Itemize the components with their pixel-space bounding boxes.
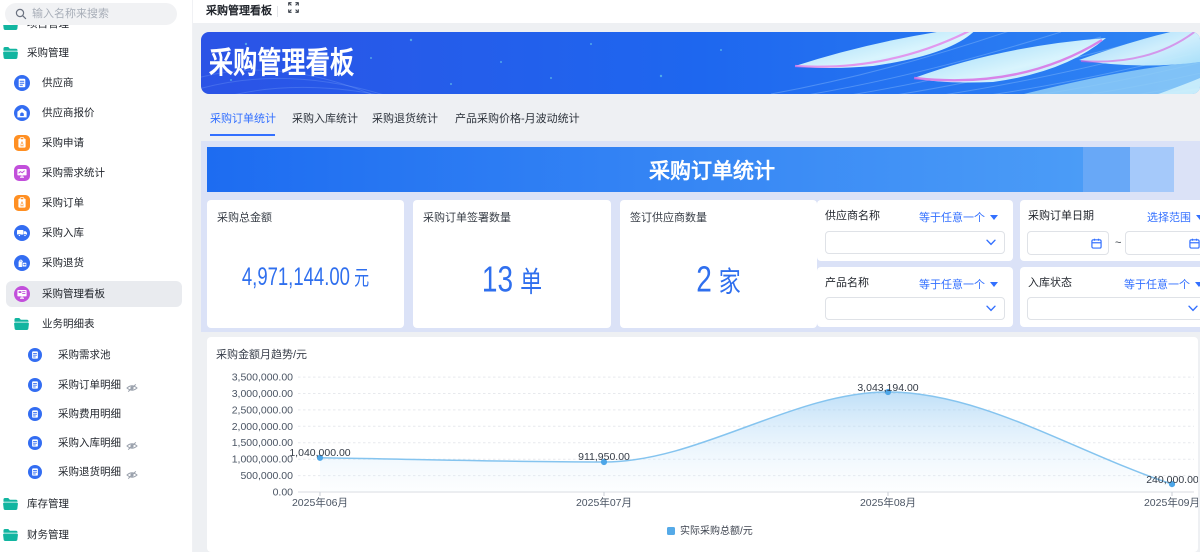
svg-text:2,500,000.00: 2,500,000.00 — [232, 404, 293, 416]
svg-text:240,000.00: 240,000.00 — [1146, 474, 1198, 486]
svg-text:0.00: 0.00 — [273, 487, 294, 499]
svg-text:1,500,000.00: 1,500,000.00 — [232, 437, 293, 449]
svg-text:1,000,000.00: 1,000,000.00 — [232, 454, 293, 466]
svg-text:采购金额月趋势/元: 采购金额月趋势/元 — [216, 347, 307, 361]
svg-text:2025年06月: 2025年06月 — [292, 496, 348, 509]
svg-text:3,043,194.00: 3,043,194.00 — [857, 382, 918, 394]
svg-text:3,000,000.00: 3,000,000.00 — [232, 388, 293, 400]
svg-text:500,000.00: 500,000.00 — [240, 470, 293, 482]
svg-text:1,040,000.00: 1,040,000.00 — [289, 447, 350, 459]
svg-text:2025年07月: 2025年07月 — [576, 496, 632, 509]
svg-text:实际采购总额/元: 实际采购总额/元 — [680, 524, 753, 537]
svg-text:911,950.00: 911,950.00 — [578, 451, 630, 463]
svg-text:2,000,000.00: 2,000,000.00 — [232, 421, 293, 433]
svg-text:2025年08月: 2025年08月 — [860, 496, 916, 509]
svg-text:3,500,000.00: 3,500,000.00 — [232, 372, 293, 384]
svg-text:2025年09月: 2025年09月 — [1144, 496, 1198, 509]
